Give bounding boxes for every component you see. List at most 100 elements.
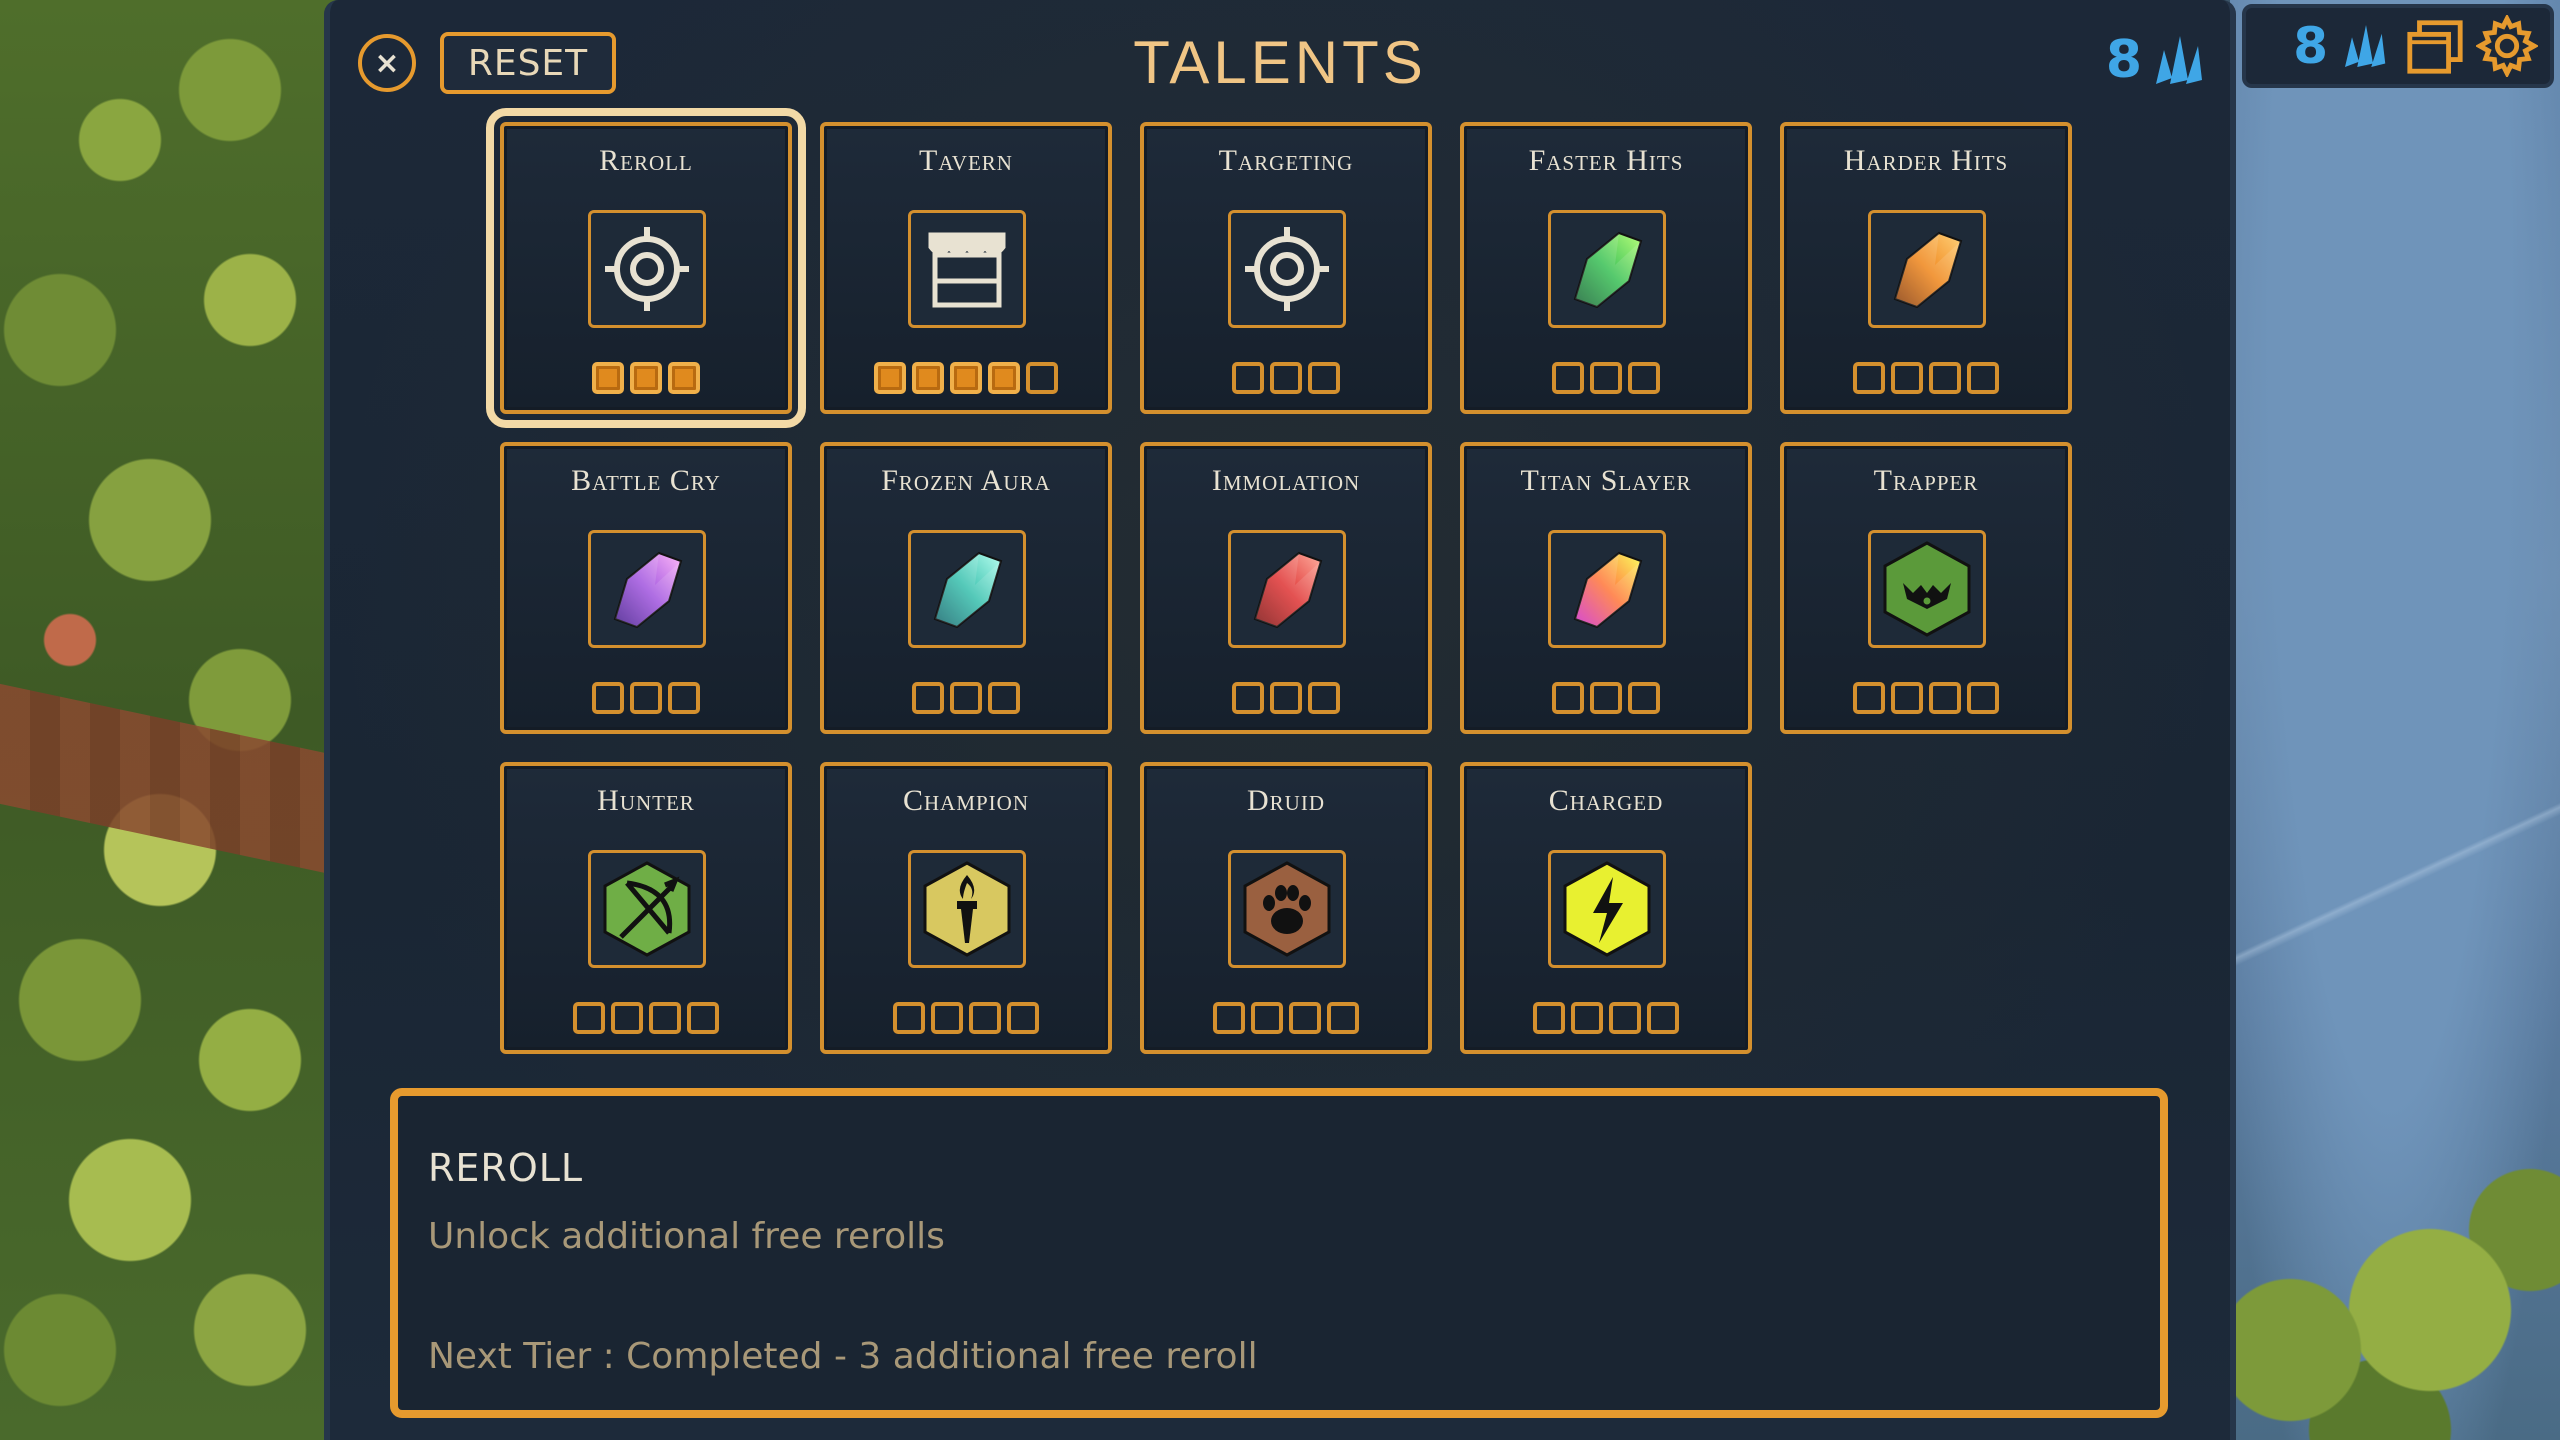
talent-card-champion[interactable]: Champion (820, 762, 1112, 1054)
panel-header: × RESET TALENTS 8 (330, 0, 2230, 120)
talent-name: Frozen Aura (881, 464, 1051, 497)
talent-card-reroll[interactable]: Reroll (486, 108, 806, 428)
talent-card-charged[interactable]: Charged (1460, 762, 1752, 1054)
torch-icon (908, 850, 1026, 968)
tier-pip-filled (668, 362, 700, 394)
tier-pip-empty (1232, 682, 1264, 714)
tier-pip-empty (1628, 682, 1660, 714)
target-icon (1228, 210, 1346, 328)
description-next-tier: Next Tier : Completed - 3 additional fre… (428, 1336, 1258, 1377)
tier-pips (504, 682, 788, 714)
talent-name: Reroll (599, 144, 693, 177)
talent-card-trapper[interactable]: Trapper (1780, 442, 2072, 734)
tier-pip-empty (1289, 1002, 1321, 1034)
talent-card-faster-hits[interactable]: Faster Hits (1460, 122, 1752, 414)
tier-pips (824, 682, 1108, 714)
talent-description: REROLL Unlock additional free rerolls Ne… (390, 1088, 2168, 1418)
tier-pip-empty (1007, 1002, 1039, 1034)
tier-pip-empty (1967, 682, 1999, 714)
tier-pip-filled (950, 362, 982, 394)
tier-pip-empty (1308, 682, 1340, 714)
hud-points-count: 8 (2293, 17, 2328, 75)
trap-icon (1868, 530, 1986, 648)
talent-name: Battle Cry (571, 464, 721, 497)
talent-card-frozen-aura[interactable]: Frozen Aura (820, 442, 1112, 734)
description-title: REROLL (428, 1146, 584, 1190)
target-icon (588, 210, 706, 328)
talent-name: Trapper (1873, 464, 1979, 497)
purple-crystal-icon (588, 530, 706, 648)
background-sky-right (2230, 0, 2560, 1440)
tier-pip-empty (649, 1002, 681, 1034)
windows-icon[interactable] (2404, 15, 2466, 77)
tier-pip-empty (1533, 1002, 1565, 1034)
tier-pip-empty (687, 1002, 719, 1034)
tier-pip-empty (1026, 362, 1058, 394)
tier-pip-empty (611, 1002, 643, 1034)
tier-pip-empty (1853, 362, 1885, 394)
tier-pip-empty (931, 1002, 963, 1034)
talent-card-tavern[interactable]: Tavern (820, 122, 1112, 414)
talent-points-count: 8 (2105, 30, 2142, 90)
tier-pip-empty (1609, 1002, 1641, 1034)
tier-pip-empty (988, 682, 1020, 714)
tier-pip-empty (1967, 362, 1999, 394)
blue-crystal-icon (2156, 36, 2202, 84)
tier-pips (1784, 362, 2068, 394)
tier-pip-empty (1891, 362, 1923, 394)
tier-pip-empty (1251, 1002, 1283, 1034)
tier-pip-empty (668, 682, 700, 714)
tier-pip-empty (950, 682, 982, 714)
tier-pips (1464, 682, 1748, 714)
rainbow-crystal-icon (1548, 530, 1666, 648)
talent-grid: Reroll Tavern Targeting Faster Hits Hard… (486, 108, 2078, 1054)
talent-name: Faster Hits (1528, 144, 1684, 177)
tier-pips (824, 362, 1108, 394)
background-forest-left (0, 0, 340, 1440)
tier-pip-filled (874, 362, 906, 394)
tier-pip-empty (630, 682, 662, 714)
tier-pip-empty (1891, 682, 1923, 714)
talent-card-harder-hits[interactable]: Harder Hits (1780, 122, 2072, 414)
paw-icon (1228, 850, 1346, 968)
tier-pip-empty (1270, 682, 1302, 714)
tier-pip-empty (1552, 362, 1584, 394)
tier-pip-empty (1590, 362, 1622, 394)
tier-pip-empty (1853, 682, 1885, 714)
tier-pips (1144, 1002, 1428, 1034)
tier-pips (504, 1002, 788, 1034)
tier-pips (824, 1002, 1108, 1034)
talent-points: 8 (2106, 28, 2212, 92)
gear-icon[interactable] (2476, 15, 2538, 77)
talent-card-druid[interactable]: Druid (1140, 762, 1432, 1054)
talent-name: Targeting (1218, 144, 1354, 177)
orange-crystal-icon (1868, 210, 1986, 328)
green-crystal-icon (1548, 210, 1666, 328)
tavern-icon (908, 210, 1026, 328)
tier-pips (1144, 362, 1428, 394)
tier-pips (1464, 1002, 1748, 1034)
talent-card-titan-slayer[interactable]: Titan Slayer (1460, 442, 1752, 734)
talent-name: Immolation (1211, 464, 1361, 497)
teal-crystal-icon (908, 530, 1026, 648)
tier-pip-empty (1232, 362, 1264, 394)
tier-pip-empty (1270, 362, 1302, 394)
talent-name: Druid (1247, 784, 1325, 817)
tier-pip-empty (1628, 362, 1660, 394)
talent-card-immolation[interactable]: Immolation (1140, 442, 1432, 734)
tier-pip-empty (592, 682, 624, 714)
talent-card-battle-cry[interactable]: Battle Cry (500, 442, 792, 734)
talent-card-targeting[interactable]: Targeting (1140, 122, 1432, 414)
tier-pip-empty (1327, 1002, 1359, 1034)
tier-pip-empty (1571, 1002, 1603, 1034)
tier-pip-filled (592, 362, 624, 394)
tier-pip-empty (1552, 682, 1584, 714)
background-trees-right (2230, 1110, 2560, 1440)
tier-pips (1144, 682, 1428, 714)
talent-card-hunter[interactable]: Hunter (500, 762, 792, 1054)
tier-pip-empty (573, 1002, 605, 1034)
talent-name: Tavern (919, 144, 1013, 177)
tier-pip-filled (912, 362, 944, 394)
talent-name: Charged (1548, 784, 1664, 817)
tier-pip-empty (1590, 682, 1622, 714)
